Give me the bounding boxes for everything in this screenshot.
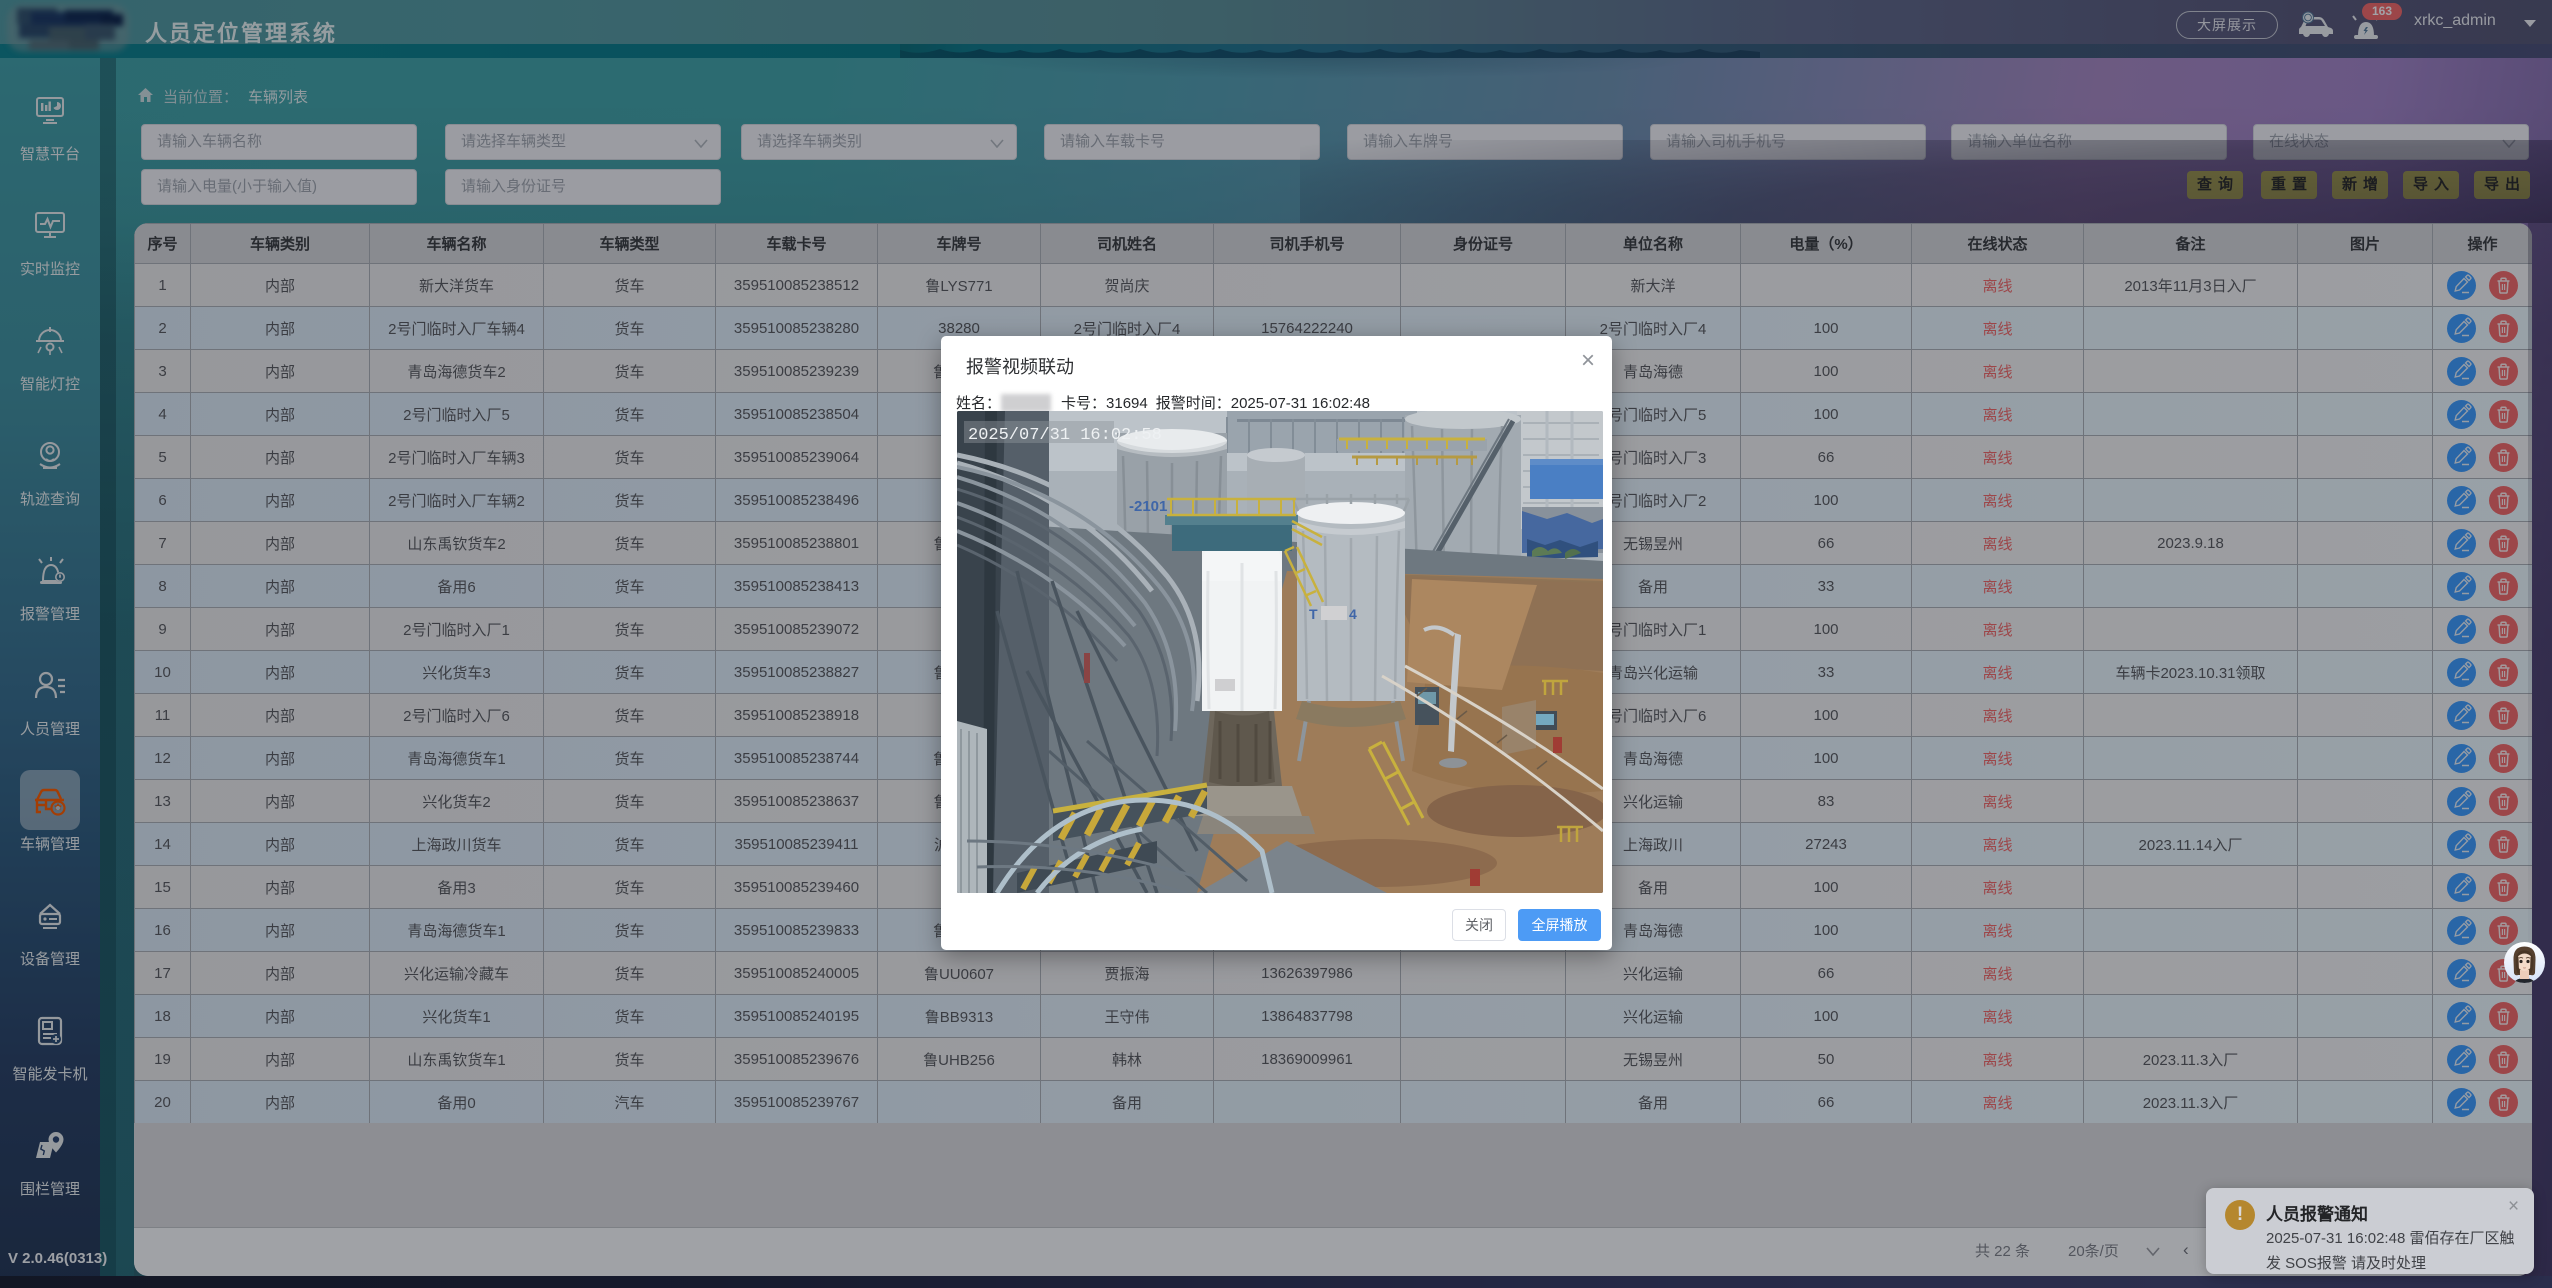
- svg-text:2025/07/31 16:02:58: 2025/07/31 16:02:58: [968, 426, 1162, 445]
- svg-text:-2101: -2101: [1129, 498, 1167, 515]
- svg-text:4: 4: [1349, 606, 1357, 622]
- svg-text:T: T: [1309, 606, 1318, 622]
